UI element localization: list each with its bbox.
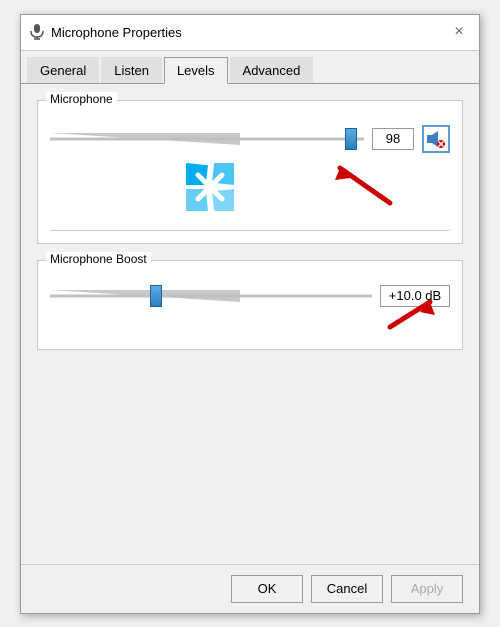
annotation-arrow [320, 158, 410, 216]
windows-icon-box [186, 163, 234, 211]
tab-general[interactable]: General [27, 57, 99, 83]
tab-content: Microphone 98 [21, 84, 479, 564]
boost-section-label: Microphone Boost [46, 252, 151, 266]
tab-levels[interactable]: Levels [164, 57, 228, 84]
microphone-section: Microphone 98 [37, 100, 463, 244]
tab-bar: General Listen Levels Advanced [21, 51, 479, 84]
boost-annotation [50, 307, 450, 337]
apply-button[interactable]: Apply [391, 575, 463, 603]
mute-button[interactable] [422, 125, 450, 153]
speaker-muted-icon [426, 129, 446, 149]
ok-button[interactable]: OK [231, 575, 303, 603]
microphone-slider-track[interactable] [50, 128, 364, 150]
close-button[interactable]: × [447, 20, 471, 44]
boost-slider-thumb[interactable] [150, 285, 162, 307]
tab-advanced[interactable]: Advanced [230, 57, 314, 83]
tab-listen[interactable]: Listen [101, 57, 162, 83]
microphone-section-label: Microphone [46, 92, 117, 106]
microphone-properties-window: Microphone Properties × General Listen L… [20, 14, 480, 614]
microphone-slider-thumb[interactable] [345, 128, 357, 150]
microphone-slider-row: 98 [50, 117, 450, 153]
microphone-value-box: 98 [372, 128, 414, 150]
boost-section: Microphone Boost +10.0 dB [37, 260, 463, 350]
window-title: Microphone Properties [51, 25, 447, 40]
footer: OK Cancel Apply [21, 564, 479, 613]
boost-slider-track[interactable] [50, 285, 372, 307]
section-divider [50, 230, 450, 231]
title-bar: Microphone Properties × [21, 15, 479, 51]
cancel-button[interactable]: Cancel [311, 575, 383, 603]
window-icon [29, 24, 45, 40]
